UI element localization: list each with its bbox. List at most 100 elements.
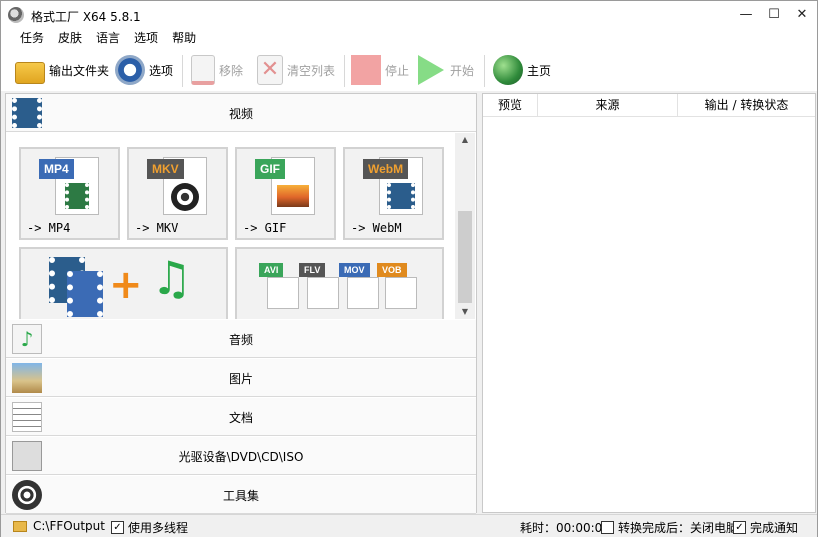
video-to-audio-tile[interactable]: + ♫ <box>19 247 228 319</box>
film-strip-icon <box>65 183 89 209</box>
notify-checkbox[interactable]: ✓ 完成通知 <box>733 519 798 536</box>
toolbar-separator <box>484 55 485 87</box>
stop-icon <box>351 55 381 85</box>
format-label: -> GIF <box>243 221 287 235</box>
format-tile-mp4[interactable]: MP4 -> MP4 <box>19 147 120 240</box>
video-format-grid: MP4 -> MP4 MKV -> MKV GIF -> GIF WebM ->… <box>6 133 454 319</box>
document-icon <box>385 277 417 309</box>
task-table-header: 预览 来源 输出 / 转换状态 <box>483 94 815 117</box>
format-label: -> MKV <box>135 221 179 235</box>
format-badge: MOV <box>339 263 370 277</box>
category-audio-label: 音频 <box>228 333 253 347</box>
toolbar: 输出文件夹 选项 移除 ✕ 清空列表 停止 开始 主页 <box>1 49 817 91</box>
multithread-checkbox[interactable]: ✓ 使用多线程 <box>111 519 188 536</box>
elapsed-time: 耗时：00:00:00 <box>520 519 610 536</box>
category-tools-label: 工具集 <box>222 489 259 503</box>
elapsed-time-text: 耗时：00:00:00 <box>520 521 610 535</box>
checkbox-box <box>601 521 614 534</box>
format-tile-mkv[interactable]: MKV -> MKV <box>127 147 228 240</box>
maximize-button[interactable]: ☐ <box>759 3 789 27</box>
clear-list-button[interactable]: ✕ 清空列表 <box>257 52 335 88</box>
task-list-panel: 预览 来源 输出 / 转换状态 <box>482 93 816 513</box>
close-button[interactable]: ✕ <box>787 3 817 27</box>
remove-label: 移除 <box>219 63 244 78</box>
format-badge: GIF <box>255 159 285 179</box>
menu-options[interactable]: 选项 <box>127 29 165 49</box>
category-document[interactable]: 文档 <box>6 398 476 436</box>
category-video[interactable]: 视频 <box>6 94 476 132</box>
format-badge: WebM <box>363 159 409 179</box>
video-grid-scrollbar[interactable]: ▲ ▼ <box>455 133 475 319</box>
multithread-label: 使用多线程 <box>128 521 189 535</box>
document-icon <box>347 277 379 309</box>
options-button[interactable]: 选项 <box>115 52 173 88</box>
toolbar-separator <box>182 55 183 87</box>
toolbar-separator <box>344 55 345 87</box>
category-device[interactable]: 光驱设备\DVD\CD\ISO <box>6 437 476 475</box>
menu-skin[interactable]: 皮肤 <box>51 29 89 49</box>
start-button[interactable]: 开始 <box>418 52 474 88</box>
category-panel: 视频 MP4 -> MP4 MKV -> MKV GIF -> GIF WebM… <box>5 93 477 514</box>
film-reel-icon <box>171 183 199 211</box>
format-badge: FLV <box>299 263 326 277</box>
play-icon <box>418 55 444 85</box>
video-play-icon <box>387 183 415 209</box>
window-title: 格式工厂 X64 5.8.1 <box>31 10 141 24</box>
scroll-up-icon[interactable]: ▲ <box>455 133 475 147</box>
scroll-down-icon[interactable]: ▼ <box>455 305 475 319</box>
clear-list-icon: ✕ <box>257 55 283 85</box>
remove-document-icon <box>191 55 215 85</box>
document-icon <box>307 277 339 309</box>
format-label: -> WebM <box>351 221 402 235</box>
home-button[interactable]: 主页 <box>493 52 551 88</box>
category-audio[interactable]: ♪ 音频 <box>6 320 476 358</box>
folder-icon <box>15 62 45 84</box>
format-badge: MKV <box>147 159 184 179</box>
minimize-button[interactable]: — <box>731 3 761 27</box>
category-device-label: 光驱设备\DVD\CD\ISO <box>178 450 304 464</box>
sunset-image-icon <box>277 185 309 207</box>
title-bar: 格式工厂 X64 5.8.1 — ☐ ✕ <box>1 1 817 29</box>
stop-button[interactable]: 停止 <box>351 52 409 88</box>
check-icon: ✓ <box>111 521 124 534</box>
options-label: 选项 <box>149 63 174 78</box>
output-folder-label: 输出文件夹 <box>49 63 110 78</box>
home-label: 主页 <box>527 63 552 78</box>
scroll-thumb[interactable] <box>458 211 472 303</box>
music-note-icon: ♫ <box>151 251 193 305</box>
shutdown-checkbox[interactable]: 转换完成后：关闭电脑 <box>601 519 738 536</box>
format-label: -> MP4 <box>27 221 71 235</box>
gear-icon <box>115 55 145 85</box>
column-preview[interactable]: 预览 <box>483 94 538 116</box>
category-image[interactable]: 图片 <box>6 359 476 397</box>
film-strip-icon <box>67 271 103 317</box>
column-output-status[interactable]: 输出 / 转换状态 <box>678 94 815 116</box>
after-convert-label: 转换完成后：关闭电脑 <box>618 521 739 535</box>
app-logo-icon <box>8 7 24 23</box>
format-badge: VOB <box>377 263 407 277</box>
format-tile-gif[interactable]: GIF -> GIF <box>235 147 336 240</box>
menu-language[interactable]: 语言 <box>89 29 127 49</box>
stop-label: 停止 <box>385 63 410 78</box>
menu-task[interactable]: 任务 <box>13 29 51 49</box>
output-path[interactable]: C:\FFOutput <box>13 519 105 533</box>
output-folder-button[interactable]: 输出文件夹 <box>15 52 109 88</box>
app-window: 格式工厂 X64 5.8.1 — ☐ ✕ 任务 皮肤 语言 选项 帮助 输出文件… <box>0 0 818 537</box>
multi-format-tile[interactable]: AVI FLV MOV VOB <box>235 247 444 319</box>
clear-list-label: 清空列表 <box>287 63 336 78</box>
remove-button[interactable]: 移除 <box>191 52 243 88</box>
menu-help[interactable]: 帮助 <box>165 29 203 49</box>
category-video-label: 视频 <box>228 107 253 121</box>
format-tile-webm[interactable]: WebM -> WebM <box>343 147 444 240</box>
category-tools[interactable]: 工具集 <box>6 476 476 514</box>
notify-label: 完成通知 <box>750 521 799 535</box>
start-label: 开始 <box>450 63 475 78</box>
category-document-label: 文档 <box>228 411 253 425</box>
check-icon: ✓ <box>733 521 746 534</box>
globe-icon <box>493 55 523 85</box>
column-source[interactable]: 来源 <box>538 94 678 116</box>
plus-icon: + <box>109 262 143 308</box>
format-badge: AVI <box>259 263 284 277</box>
category-image-label: 图片 <box>228 372 253 386</box>
folder-icon <box>13 520 27 532</box>
